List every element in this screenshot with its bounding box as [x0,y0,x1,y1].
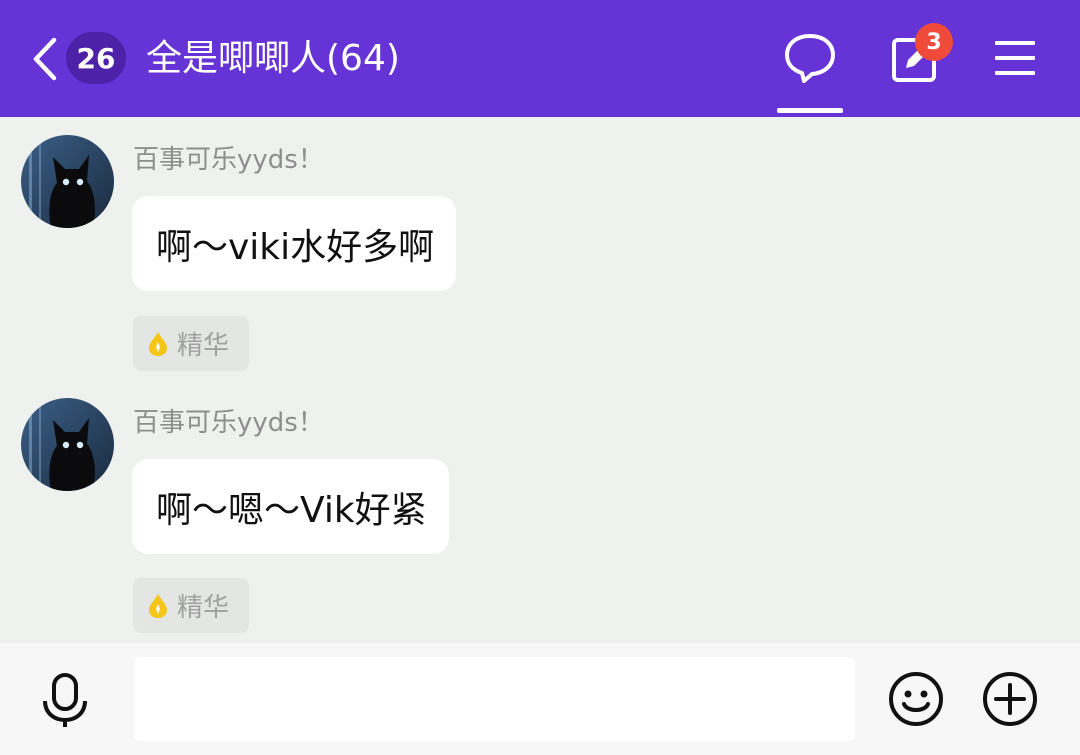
plus-icon[interactable] [982,671,1038,727]
message-bubble[interactable]: 啊～viki水好多啊 [132,196,457,291]
essence-tag-label: 精华 [177,331,230,361]
droplet-icon [149,331,167,356]
sender-name[interactable]: 百事可乐yyds！ [133,402,324,439]
chat-bubble-icon[interactable] [784,32,836,84]
droplet-icon [149,593,167,618]
avatar[interactable] [21,398,114,491]
group-title[interactable]: 全是唧唧人(64) [146,34,400,84]
back-arrow-icon[interactable] [28,36,64,82]
essence-tag[interactable]: 精华 [133,578,249,633]
active-tab-indicator [777,108,843,113]
sender-name[interactable]: 百事可乐yyds！ [133,139,324,176]
essence-tag-label: 精华 [177,593,230,623]
message-bubble[interactable]: 啊～嗯～Vik好紧 [132,459,449,554]
microphone-icon[interactable] [40,673,90,729]
black-cat-avatar-image [21,398,114,491]
message-input[interactable] [134,657,855,741]
menu-icon[interactable] [994,38,1036,78]
chat-header: 26 全是唧唧人(64) 3 [0,0,1080,117]
essence-tag[interactable]: 精华 [133,316,249,371]
emoji-icon[interactable] [888,671,944,727]
black-cat-avatar-image [21,135,114,228]
notification-badge: 3 [915,23,953,61]
avatar[interactable] [21,135,114,228]
unread-count-badge[interactable]: 26 [66,32,126,84]
